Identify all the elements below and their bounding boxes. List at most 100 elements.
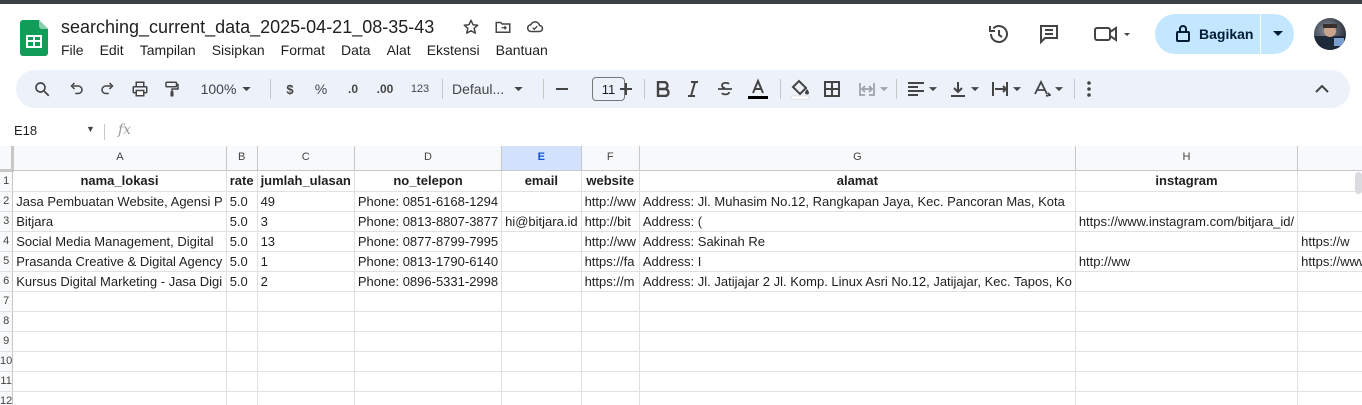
row-header[interactable]: 12	[0, 391, 14, 405]
merge-cells-icon[interactable]	[852, 70, 894, 108]
column-header-h[interactable]: H	[1075, 146, 1299, 171]
number-format-button[interactable]: 123	[406, 70, 434, 108]
cell-b7[interactable]	[226, 291, 258, 312]
cell-h2[interactable]	[1075, 191, 1299, 212]
comments-icon[interactable]	[1035, 20, 1063, 48]
cell-g3[interactable]: Address: (	[639, 211, 1076, 232]
cell-i10[interactable]	[1297, 351, 1362, 372]
menu-edit[interactable]: Edit	[100, 42, 132, 58]
horizontal-align-icon[interactable]	[902, 70, 942, 108]
cell-g11[interactable]	[639, 371, 1076, 392]
row-header[interactable]: 2	[0, 191, 14, 212]
font-size-decrease-button[interactable]	[552, 70, 572, 108]
cell-e6[interactable]	[501, 271, 582, 292]
cell-b8[interactable]	[226, 311, 258, 332]
column-header-e[interactable]: E	[501, 146, 582, 171]
cell-h12[interactable]	[1075, 391, 1299, 405]
column-header-g[interactable]: G	[639, 146, 1076, 171]
cell-c12[interactable]	[257, 391, 355, 405]
cell-f8[interactable]	[581, 311, 640, 332]
cell-i2[interactable]	[1297, 191, 1362, 212]
cell-h6[interactable]	[1075, 271, 1299, 292]
cell-a1[interactable]: nama_lokasi	[12, 170, 227, 192]
select-all-corner[interactable]	[0, 146, 15, 172]
meet-icon[interactable]	[1090, 20, 1134, 48]
cell-h11[interactable]	[1075, 371, 1299, 392]
cell-d5[interactable]: Phone: 0813-1790-6140	[354, 251, 503, 272]
cell-c5[interactable]: 1	[257, 251, 355, 272]
cell-d11[interactable]	[354, 371, 503, 392]
cell-d8[interactable]	[354, 311, 503, 332]
vertical-scrollbar[interactable]	[1355, 172, 1362, 194]
cell-g10[interactable]	[639, 351, 1076, 372]
formula-input[interactable]	[146, 122, 1336, 142]
zoom-select[interactable]: 100%	[194, 70, 258, 108]
row-header[interactable]: 10	[0, 351, 14, 372]
cell-a10[interactable]	[12, 351, 227, 372]
cell-c10[interactable]	[257, 351, 355, 372]
row-header[interactable]: 3	[0, 211, 14, 232]
cell-g2[interactable]: Address: Jl. Muhasim No.12, Rangkapan Ja…	[639, 191, 1076, 212]
cell-g7[interactable]	[639, 291, 1076, 312]
menu-tools[interactable]: Alat	[387, 42, 419, 58]
cell-e10[interactable]	[501, 351, 582, 372]
cell-a3[interactable]: Bitjara	[12, 211, 227, 232]
cell-c3[interactable]: 3	[257, 211, 355, 232]
cell-i7[interactable]	[1297, 291, 1362, 312]
text-wrapping-icon[interactable]	[986, 70, 1026, 108]
cell-i6[interactable]	[1297, 271, 1362, 292]
cell-i9[interactable]	[1297, 331, 1362, 352]
cell-c1[interactable]: jumlah_ulasan	[257, 170, 355, 192]
cell-e11[interactable]	[501, 371, 582, 392]
cell-b11[interactable]	[226, 371, 258, 392]
text-color-icon[interactable]	[744, 70, 772, 108]
menu-extensions[interactable]: Ekstensi	[427, 42, 488, 58]
italic-icon[interactable]	[680, 70, 706, 108]
more-options-icon[interactable]	[1078, 70, 1100, 108]
cell-b5[interactable]: 5.0	[226, 251, 258, 272]
decrease-decimal-button[interactable]: .0	[340, 70, 366, 108]
cell-e12[interactable]	[501, 391, 582, 405]
cell-a11[interactable]	[12, 371, 227, 392]
cell-e2[interactable]	[501, 191, 582, 212]
cell-i8[interactable]	[1297, 311, 1362, 332]
share-dropdown-icon[interactable]	[1261, 14, 1294, 54]
cell-f5[interactable]: https://fa	[581, 251, 640, 272]
cell-i1[interactable]: facebook	[1297, 170, 1362, 192]
cell-h7[interactable]	[1075, 291, 1299, 312]
cell-c6[interactable]: 2	[257, 271, 355, 292]
cell-b4[interactable]: 5.0	[226, 231, 258, 252]
text-rotation-icon[interactable]	[1028, 70, 1068, 108]
cell-a9[interactable]	[12, 331, 227, 352]
cell-h10[interactable]	[1075, 351, 1299, 372]
menu-help[interactable]: Bantuan	[496, 42, 556, 58]
column-header-f[interactable]: F	[581, 146, 640, 171]
cell-d4[interactable]: Phone: 0877-8799-7995	[354, 231, 503, 252]
fill-color-icon[interactable]	[786, 70, 814, 108]
cell-h1[interactable]: instagram	[1075, 170, 1299, 192]
cell-h5[interactable]: http://ww	[1075, 251, 1299, 272]
row-header[interactable]: 6	[0, 271, 14, 292]
menu-data[interactable]: Data	[341, 42, 379, 58]
cell-e9[interactable]	[501, 331, 582, 352]
cell-h3[interactable]: https://www.instagram.com/bitjara_id/	[1075, 211, 1299, 232]
column-header-d[interactable]: D	[354, 146, 503, 171]
star-icon[interactable]	[460, 16, 482, 38]
column-header-b[interactable]: B	[226, 146, 258, 171]
cell-c2[interactable]: 49	[257, 191, 355, 212]
row-header[interactable]: 1	[0, 170, 14, 192]
cell-g1[interactable]: alamat	[639, 170, 1076, 192]
redo-icon[interactable]	[94, 70, 122, 108]
cell-e4[interactable]	[501, 231, 582, 252]
cell-b2[interactable]: 5.0	[226, 191, 258, 212]
cell-h9[interactable]	[1075, 331, 1299, 352]
cell-d1[interactable]: no_telepon	[354, 170, 503, 192]
paint-format-icon[interactable]	[158, 70, 186, 108]
collapse-toolbar-icon[interactable]	[1310, 70, 1334, 108]
sheets-logo-icon[interactable]	[20, 20, 48, 56]
cell-i12[interactable]	[1297, 391, 1362, 405]
cell-d3[interactable]: Phone: 0813-8807-3877	[354, 211, 503, 232]
menu-file[interactable]: File	[61, 42, 92, 58]
cell-a12[interactable]	[12, 391, 227, 405]
cell-f12[interactable]	[581, 391, 640, 405]
